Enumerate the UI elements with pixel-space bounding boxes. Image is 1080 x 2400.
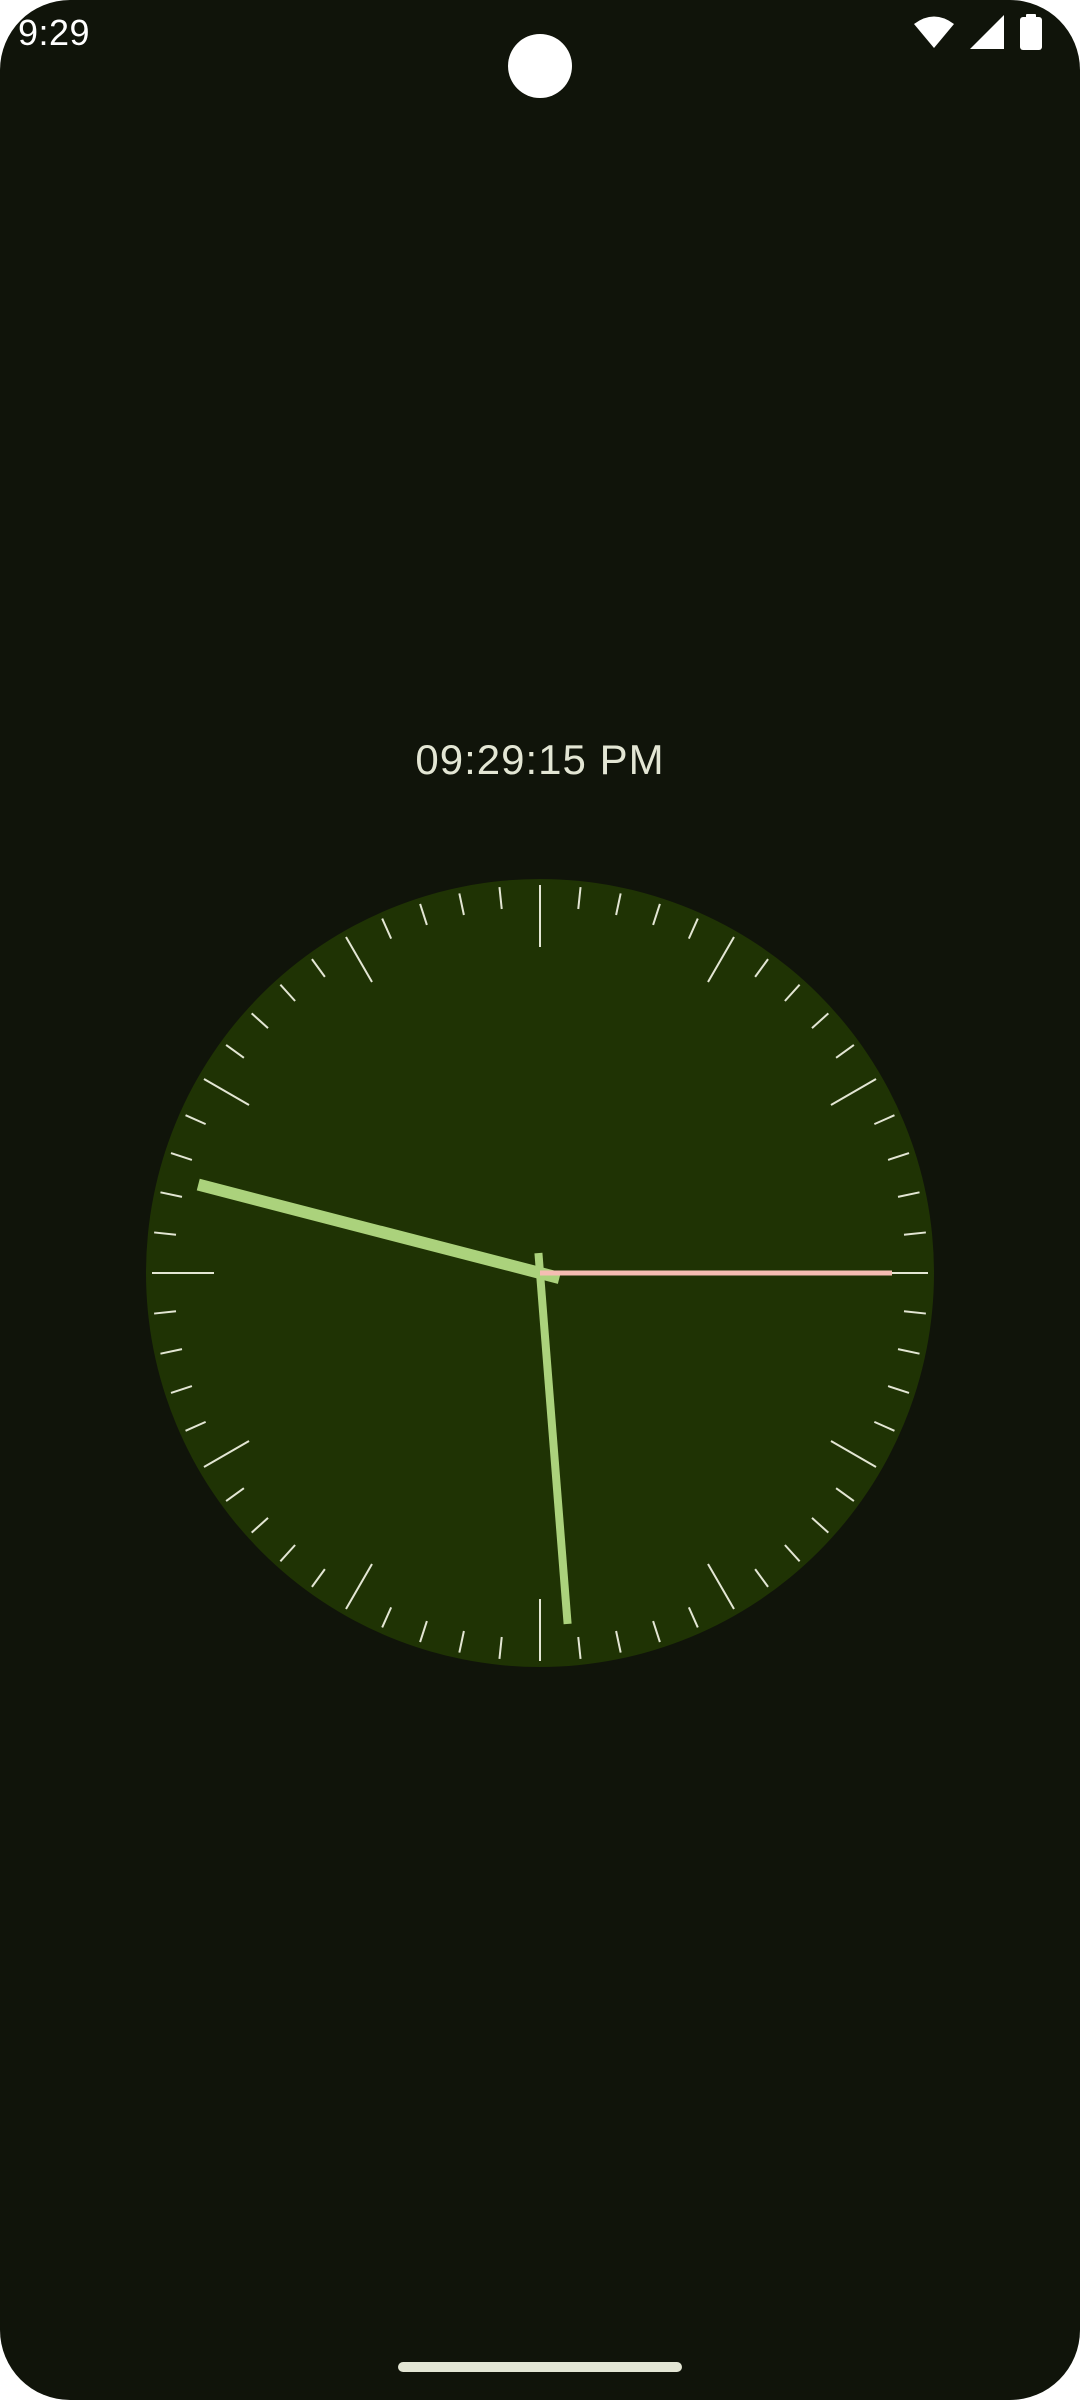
cell-signal-icon: [970, 15, 1004, 49]
status-bar-time: 9:29: [18, 12, 91, 53]
digital-time: 09:29:15 PM: [415, 736, 665, 783]
navigation-handle[interactable]: [398, 2362, 682, 2372]
status-icons: [914, 14, 1042, 50]
clock-app-screen: 9:29 09:29:15 PM: [0, 0, 1080, 2400]
camera-cutout: [508, 34, 572, 98]
wifi-icon: [914, 15, 954, 49]
battery-icon: [1020, 14, 1042, 50]
analog-clock: [146, 879, 934, 1667]
